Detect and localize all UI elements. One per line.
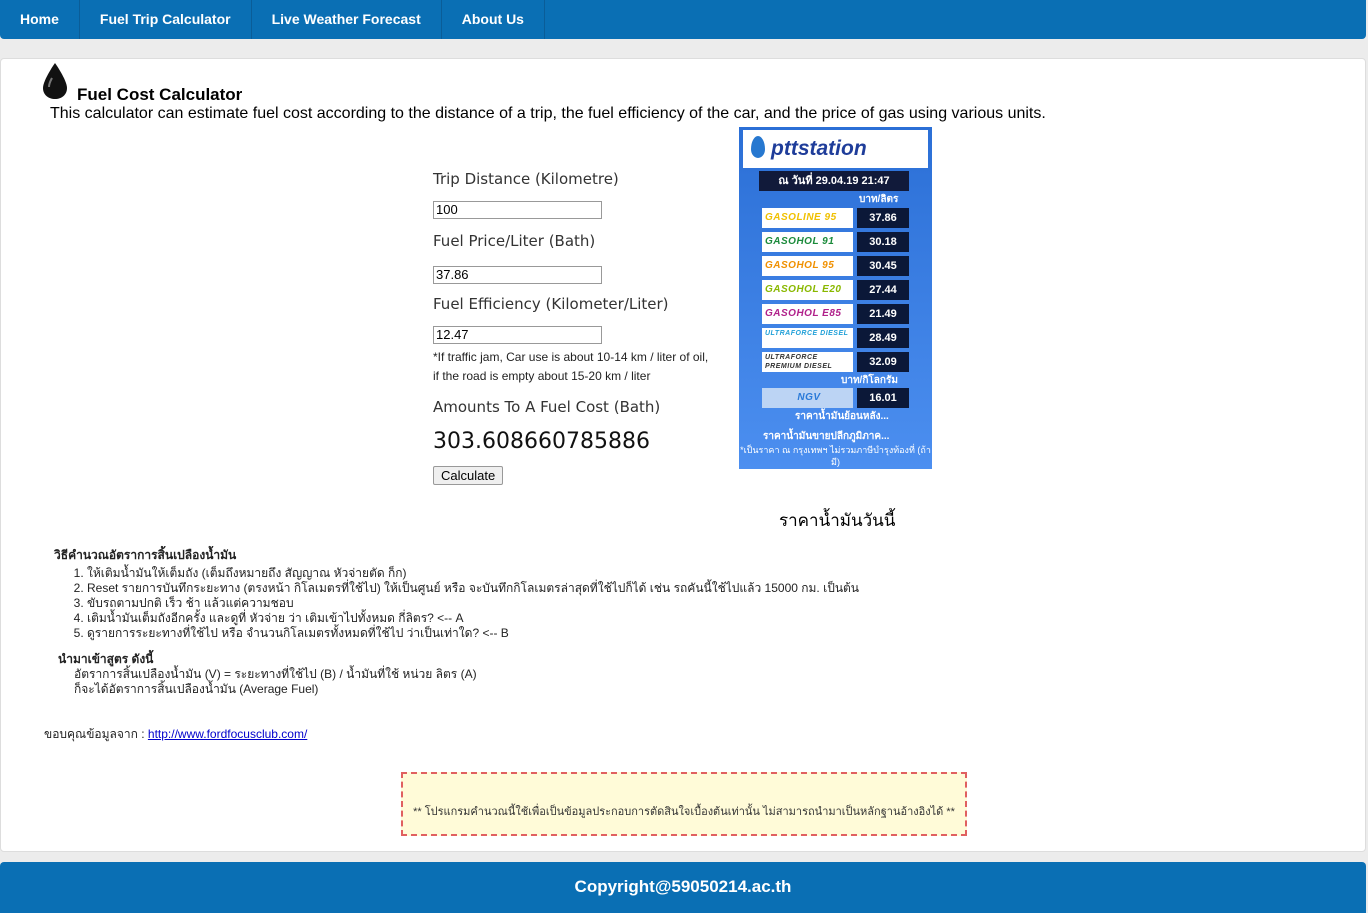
fuel-name-gasoline-95: GASOLINE 95 (762, 208, 853, 228)
ptt-header: pttstation (743, 130, 928, 168)
source-link[interactable]: http://www.fordfocusclub.com/ (148, 727, 307, 741)
ptt-flame-icon (751, 136, 765, 158)
formula-line-1: อัตราการสิ้นเปลืองน้ำมัน (V) = ระยะทางที… (74, 667, 477, 681)
formula-title: นำมาเข้าสูตร ดังนี้ (58, 652, 154, 666)
fuel-price-ngv: 16.01 (857, 388, 909, 408)
howto-step: Reset รายการบันทึกระยะทาง (ตรงหน้า กิโลเ… (87, 581, 859, 596)
fuel-name-ultraforce-diesel: ULTRAFORCE DIESEL (762, 328, 853, 348)
disclaimer-box: ** โปรแกรมคำนวณนี้ใช้เพื่อเป็นข้อมูลประก… (401, 772, 967, 836)
ptt-unit-kg: บาท/กิโลกรัม (841, 375, 898, 386)
nav-home[interactable]: Home (0, 0, 80, 39)
howto-steps: ให้เติมน้ำมันให้เต็มถัง (เต็มถึงหมายถึง … (54, 566, 859, 641)
howto-step: เติมน้ำมันเต็มถังอีกครั้ง และดูที่ หัวจ่… (87, 611, 859, 626)
howto-step: ขับรถตามปกติ เร็ว ช้า แล้วแต่ความชอบ (87, 596, 859, 611)
ptt-oil-price-widget: pttstation ณ วันที่ 29.04.19 21:47 บาท/ล… (739, 127, 932, 469)
traffic-note-line1: *If traffic jam, Car use is about 10-14 … (433, 350, 709, 364)
fuel-price-gasohol-91: 30.18 (857, 232, 909, 252)
howto-title: วิธีคำนวณอัตราการสิ้นเปลืองน้ำมัน (54, 548, 237, 562)
traffic-note-line2: if the road is empty about 15-20 km / li… (433, 369, 651, 383)
top-navbar: Home Fuel Trip Calculator Live Weather F… (0, 0, 1366, 39)
howto-section: วิธีคำนวณอัตราการสิ้นเปลืองน้ำมัน ให้เติ… (54, 546, 859, 641)
fuel-price-gasohol-95: 30.45 (857, 256, 909, 276)
ptt-link-regional-price[interactable]: ราคาน้ำมันขายปลีกภูมิภาค... (763, 429, 889, 444)
fuel-cost-result-label: Amounts To A Fuel Cost (Bath) (433, 398, 661, 416)
nav-live-weather-forecast[interactable]: Live Weather Forecast (252, 0, 442, 39)
fuel-price-input[interactable] (433, 266, 602, 284)
today-oil-price-caption: ราคาน้ำมันวันนี้ (779, 511, 896, 530)
fuel-name-ultraforce-premium-diesel: ULTRAFORCE PREMIUM DIESEL (762, 352, 853, 372)
ptt-date: ณ วันที่ 29.04.19 21:47 (759, 171, 909, 191)
source-credit-label: ขอบคุณข้อมูลจาก : (44, 727, 148, 741)
fuel-price-label: Fuel Price/Liter (Bath) (433, 232, 596, 250)
fuel-name-gasohol-91: GASOHOL 91 (762, 232, 853, 252)
trip-distance-input[interactable] (433, 201, 602, 219)
nav-fuel-trip-calculator[interactable]: Fuel Trip Calculator (80, 0, 252, 39)
howto-step: ให้เติมน้ำมันให้เต็มถัง (เต็มถึงหมายถึง … (87, 566, 859, 581)
nav-about-us[interactable]: About Us (442, 0, 545, 39)
fuel-cost-result-value: 303.608660785886 (433, 429, 650, 454)
ptt-unit-liter: บาท/ลิตร (859, 194, 899, 205)
fuel-name-gasohol-95: GASOHOL 95 (762, 256, 853, 276)
ptt-logo: pttstation (771, 137, 867, 160)
footer-copyright: Copyright@59050214.ac.th (0, 862, 1366, 913)
formula-section: นำมาเข้าสูตร ดังนี้ อัตราการสิ้นเปลืองน้… (58, 652, 477, 697)
fuel-price-gasohol-e85: 21.49 (857, 304, 909, 324)
page-description: This calculator can estimate fuel cost a… (50, 105, 1046, 122)
fuel-name-gasohol-e85: GASOHOL E85 (762, 304, 853, 324)
fuel-name-gasohol-e20: GASOHOL E20 (762, 280, 853, 300)
howto-step: ดูรายการระยะทางที่ใช้ไป หรือ จำนวนกิโลเม… (87, 626, 859, 641)
trip-distance-label: Trip Distance (Kilometre) (433, 170, 619, 188)
fuel-price-gasohol-e20: 27.44 (857, 280, 909, 300)
source-credit: ขอบคุณข้อมูลจาก : http://www.fordfocuscl… (44, 725, 307, 744)
formula-line-2: ก็จะได้อัตราการสิ้นเปลืองน้ำมัน (Average… (74, 682, 319, 696)
fuel-price-ultraforce-premium-diesel: 32.09 (857, 352, 909, 372)
fuel-name-ngv: NGV (762, 388, 853, 408)
calculate-button[interactable]: Calculate (433, 466, 504, 485)
fuel-price-ultraforce-diesel: 28.49 (857, 328, 909, 348)
ptt-link-price-history[interactable]: ราคาน้ำมันย้อนหลัง... (795, 409, 889, 424)
ptt-footnote: *เป็นราคา ณ กรุงเทพฯ ไม่รวมภาษีบำรุงท้อง… (740, 445, 931, 467)
fuel-price-gasoline-95: 37.86 (857, 208, 909, 228)
oil-drop-icon (43, 63, 67, 99)
fuel-efficiency-input[interactable] (433, 326, 602, 344)
page-title: Fuel Cost Calculator (77, 85, 243, 104)
fuel-efficiency-label: Fuel Efficiency (Kilometer/Liter) (433, 295, 669, 313)
